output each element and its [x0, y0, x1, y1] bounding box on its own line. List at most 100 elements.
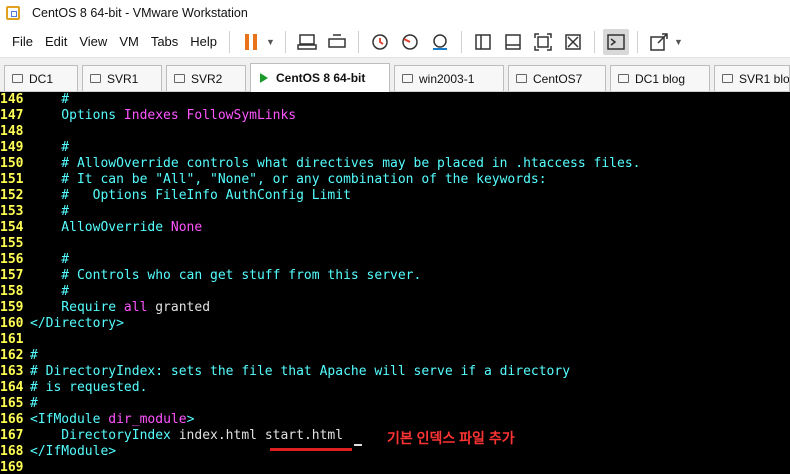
vm-icon	[90, 74, 101, 83]
code-segment: #	[30, 396, 38, 411]
full-screen-icon	[534, 32, 552, 51]
line-number: 151	[0, 172, 24, 187]
terminal-line: 155	[0, 236, 30, 252]
toolbar-divider	[357, 30, 359, 53]
line-number: 165	[0, 396, 24, 411]
terminal-line: 162 #	[0, 348, 38, 364]
line-number: 157	[0, 268, 24, 283]
snapshot-manager-icon	[432, 33, 447, 50]
terminal-line: 158 #	[0, 284, 69, 300]
unity-button[interactable]	[560, 29, 586, 55]
show-library-button[interactable]	[470, 29, 496, 55]
code-segment: #	[30, 252, 70, 267]
code-segment: None	[170, 220, 203, 235]
menu-edit[interactable]: Edit	[39, 34, 73, 49]
tab-label: SVR2	[191, 71, 223, 86]
line-number: 150	[0, 156, 24, 171]
revert-clock-icon	[402, 33, 418, 50]
chevron-down-icon[interactable]: ▼	[674, 37, 683, 47]
menu-vm[interactable]: VM	[113, 34, 145, 49]
snapshot-button[interactable]	[367, 29, 393, 55]
code-segment: </Directory>	[30, 316, 124, 331]
annotation-label: 기본 인덱스 파일 추가	[387, 430, 515, 446]
code-segment: #	[30, 140, 70, 155]
terminal-line: 146 #	[0, 92, 69, 108]
stretch-icon	[650, 32, 668, 51]
line-number: 167	[0, 428, 24, 443]
library-panel-icon	[475, 33, 491, 50]
thumbnail-bar-button[interactable]	[500, 29, 526, 55]
code-segment: >	[186, 412, 195, 427]
keyboard-icon	[297, 33, 317, 50]
code-segment: # Options FileInfo AuthConfig Limit	[30, 188, 351, 203]
terminal-line: 153 #	[0, 204, 69, 220]
tab-centos7[interactable]: CentOS7	[508, 65, 606, 91]
title-bar: CentOS 8 64-bit - VMware Workstation	[0, 0, 790, 26]
stretch-guest-button[interactable]	[646, 29, 672, 55]
vm-icon	[722, 74, 733, 83]
tab-label: win2003-1	[419, 71, 475, 86]
code-segment: # Controls who can get stuff from this s…	[30, 268, 422, 283]
menu-help[interactable]: Help	[184, 34, 223, 49]
revert-snapshot-button[interactable]	[397, 29, 423, 55]
line-number: 160	[0, 316, 24, 331]
terminal-line: 147 Options Indexes FollowSymLinks	[0, 108, 296, 124]
terminal-line: 152 # Options FileInfo AuthConfig Limit	[0, 188, 351, 204]
tab-svr1[interactable]: SVR1	[82, 65, 162, 91]
vmware-logo-icon	[6, 6, 20, 20]
code-segment: #	[30, 284, 70, 299]
tab-label: DC1	[29, 71, 54, 86]
send-ctrl-alt-del-button[interactable]	[294, 29, 320, 55]
tab-svr2[interactable]: SVR2	[166, 65, 246, 91]
terminal-line: 161	[0, 332, 30, 348]
tab-dc1-blog[interactable]: DC1 blog	[610, 65, 710, 91]
terminal-line: 164 # is requested.	[0, 380, 147, 396]
terminal-line: 167 DirectoryIndex index.html start.html	[0, 428, 343, 444]
vm-icon	[618, 74, 629, 83]
vm-icon	[174, 74, 185, 83]
full-screen-button[interactable]	[530, 29, 556, 55]
chevron-down-icon[interactable]: ▼	[266, 37, 275, 47]
code-segment: DirectoryIndex	[30, 428, 179, 443]
pause-button[interactable]	[238, 29, 264, 55]
terminal-line: 154 AllowOverride None	[0, 220, 202, 236]
terminal-line: 150 # AllowOverride controls what direct…	[0, 156, 640, 172]
console-view-button[interactable]	[602, 28, 629, 55]
vm-console-screen[interactable]: 169 168 </IfModule> 167 DirectoryIndex inde…	[0, 92, 790, 474]
menu-tabs[interactable]: Tabs	[145, 34, 184, 49]
pause-icon	[245, 33, 258, 50]
tab-centos-8[interactable]: CentOS 8 64-bit	[250, 63, 390, 92]
tab-dc1[interactable]: DC1	[4, 65, 78, 91]
code-segment: dir_module	[108, 412, 187, 427]
code-segment: </IfModule>	[30, 444, 117, 459]
tab-win2003-1[interactable]: win2003-1	[394, 65, 504, 91]
line-number: 158	[0, 284, 24, 299]
tab-svr1-blog[interactable]: SVR1 blog	[714, 65, 790, 91]
line-number: 159	[0, 300, 24, 315]
running-vm-icon	[260, 73, 268, 83]
line-number: 166	[0, 412, 24, 427]
tab-label: SVR1 blog	[739, 71, 790, 86]
line-number: 164	[0, 380, 24, 395]
line-number: 168	[0, 444, 24, 459]
tab-label: CentOS7	[533, 71, 583, 86]
toolbar-divider	[284, 30, 286, 53]
code-segment: <IfModule	[30, 412, 109, 427]
line-number: 161	[0, 332, 24, 347]
line-number: 162	[0, 348, 24, 363]
menu-file[interactable]: File	[0, 34, 39, 49]
toolbar-divider	[229, 30, 231, 53]
tab-label: CentOS 8 64-bit	[276, 71, 366, 85]
menu-view[interactable]: View	[73, 34, 113, 49]
send-keys-button[interactable]	[324, 29, 350, 55]
text-cursor	[354, 444, 362, 446]
tab-label: DC1 blog	[635, 71, 686, 86]
snapshot-manager-button[interactable]	[427, 29, 453, 55]
terminal-line: 159 Require all granted	[0, 300, 210, 316]
code-segment: start.html	[264, 428, 344, 443]
toolbar-divider	[636, 30, 638, 53]
snapshot-clock-icon	[372, 33, 388, 50]
line-number: 169	[0, 460, 24, 474]
code-segment: # It can be "All", "None", or any combin…	[30, 172, 547, 187]
vm-icon	[402, 74, 413, 83]
